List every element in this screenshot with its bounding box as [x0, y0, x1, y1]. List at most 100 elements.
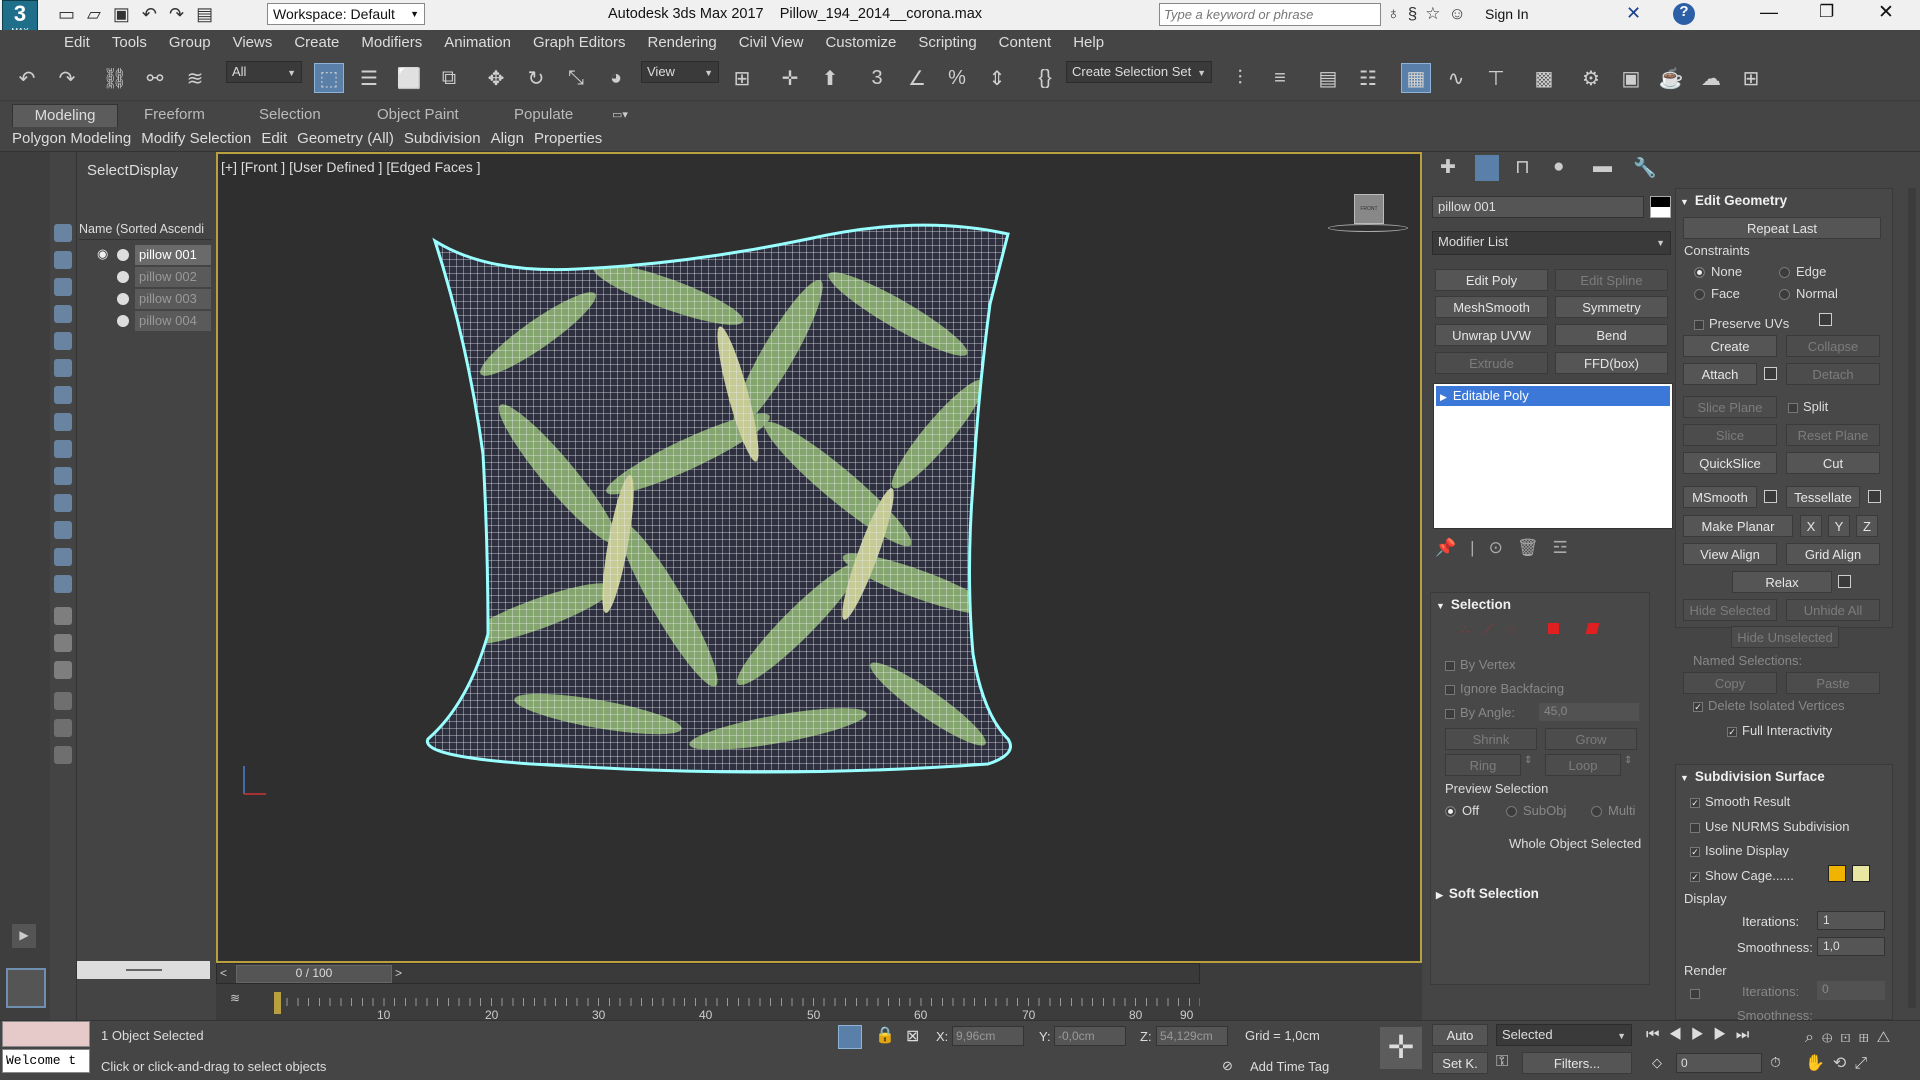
- ffd-box-button[interactable]: FFD(box): [1555, 352, 1668, 374]
- quickslice-button[interactable]: QuickSlice: [1683, 452, 1777, 474]
- preserve-uvs-checkbox[interactable]: Preserve UVs: [1694, 316, 1789, 331]
- display-children-icon[interactable]: [54, 661, 72, 679]
- loop-button[interactable]: Loop: [1545, 754, 1621, 776]
- move-icon[interactable]: ✥: [481, 63, 511, 93]
- panel-edit[interactable]: Edit: [261, 130, 287, 147]
- help-icon[interactable]: ?: [1673, 3, 1695, 25]
- schematic-view-icon[interactable]: ⊤: [1481, 63, 1511, 93]
- display-xrefs-icon[interactable]: [54, 440, 72, 458]
- communication-icon[interactable]: §: [1408, 4, 1425, 23]
- front-viewport[interactable]: [+] [Front ] [User Defined ] [Edged Face…: [216, 152, 1422, 963]
- unlink-icon[interactable]: ⚯: [140, 63, 170, 93]
- grow-button[interactable]: Grow: [1545, 728, 1637, 750]
- constraint-normal-radio[interactable]: Normal: [1779, 286, 1838, 301]
- go-to-start-icon[interactable]: ⏮: [1646, 1026, 1669, 1043]
- percent-snap-icon[interactable]: %: [942, 63, 972, 93]
- align-icon[interactable]: ≡: [1265, 63, 1295, 93]
- create-button[interactable]: Create: [1683, 335, 1777, 357]
- unhide-all-button[interactable]: Unhide All: [1786, 599, 1880, 621]
- reference-coordinate-dropdown[interactable]: View: [641, 61, 719, 83]
- display-all-icon[interactable]: [54, 575, 72, 593]
- configure-sets-icon[interactable]: ☲: [1552, 538, 1581, 557]
- zoom-all-icon[interactable]: ⊕: [1822, 1029, 1840, 1046]
- panel-polygon-modeling[interactable]: Polygon Modeling: [12, 130, 131, 147]
- key-icon[interactable]: ⚿: [1496, 1053, 1508, 1071]
- list-item[interactable]: ◉ pillow 002: [77, 266, 214, 288]
- edit-spline-button[interactable]: Edit Spline: [1555, 269, 1668, 291]
- explorer-footer[interactable]: [77, 961, 210, 979]
- bind-spacewarp-icon[interactable]: ≋: [180, 63, 210, 93]
- preview-multi-radio[interactable]: Multi: [1591, 803, 1635, 818]
- display-hidden-icon[interactable]: [54, 548, 72, 566]
- edit-poly-button[interactable]: Edit Poly: [1435, 269, 1548, 291]
- panel-scrollbar[interactable]: [1908, 188, 1916, 1008]
- track-bar[interactable]: 10 20 30 40 50 60 70 80 90: [274, 984, 1200, 1022]
- cage-color-swatch-2[interactable]: [1852, 865, 1870, 882]
- hide-unselected-button[interactable]: Hide Unselected: [1731, 626, 1839, 648]
- ribbon-options-icon[interactable]: ▭▾: [612, 108, 628, 121]
- expand-icon[interactable]: ▶: [1440, 392, 1447, 402]
- constraint-edge-radio[interactable]: Edge: [1779, 264, 1826, 279]
- binoculars-icon[interactable]: ♁: [1387, 4, 1408, 23]
- spinner-snap-icon[interactable]: ⇕: [982, 63, 1012, 93]
- panel-modify-selection[interactable]: Modify Selection: [141, 130, 251, 147]
- list-item[interactable]: ◉ pillow 001: [77, 244, 214, 266]
- select-manipulate-icon[interactable]: ✛: [775, 63, 805, 93]
- toggle-scene-explorer-icon[interactable]: ▤: [1313, 63, 1343, 93]
- auto-key-button[interactable]: Auto: [1432, 1024, 1488, 1046]
- display-none2-icon[interactable]: [54, 607, 72, 625]
- y-coord-field[interactable]: -0,0cm: [1054, 1026, 1126, 1046]
- display-invert-icon[interactable]: [54, 634, 72, 652]
- ring-button[interactable]: Ring: [1445, 754, 1521, 776]
- pin-stack-icon[interactable]: 📌: [1435, 538, 1470, 557]
- select-by-name-icon[interactable]: ☰: [354, 63, 384, 93]
- place-icon[interactable]: ◕: [601, 63, 631, 93]
- funnel-icon[interactable]: [54, 719, 72, 737]
- add-time-tag[interactable]: Add Time Tag: [1250, 1059, 1329, 1074]
- unwrap-uvw-button[interactable]: Unwrap UVW: [1435, 324, 1548, 346]
- snaps-toggle-icon[interactable]: 3: [862, 63, 892, 93]
- lock-selection-icon[interactable]: 🔒: [875, 1025, 895, 1045]
- cut-button[interactable]: Cut: [1786, 452, 1880, 474]
- full-interactivity-checkbox[interactable]: ✓ Full Interactivity: [1727, 723, 1832, 738]
- render-setup-icon[interactable]: ⚙: [1576, 63, 1606, 93]
- meshsmooth-button[interactable]: MeshSmooth: [1435, 296, 1548, 318]
- detach-button[interactable]: Detach: [1786, 363, 1880, 385]
- isoline-display-checkbox[interactable]: ✓ Isoline Display: [1690, 843, 1789, 858]
- menu-tools[interactable]: Tools: [101, 30, 158, 55]
- time-tag-icon[interactable]: ⊘: [1222, 1058, 1233, 1074]
- undo-icon[interactable]: ↶: [142, 4, 169, 24]
- material-editor-icon[interactable]: ▩: [1529, 63, 1559, 93]
- stack-item-editable-poly[interactable]: ▶ Editable Poly: [1436, 386, 1670, 406]
- polygon-mode-icon[interactable]: [1547, 623, 1559, 634]
- menu-graph-editors[interactable]: Graph Editors: [522, 30, 637, 55]
- menu-content[interactable]: Content: [988, 30, 1063, 55]
- panel-geometry-all[interactable]: Geometry (All): [297, 130, 394, 147]
- zoom-extents-icon[interactable]: ⊡: [1840, 1029, 1858, 1046]
- planar-y-button[interactable]: Y: [1828, 515, 1850, 537]
- rotate-icon[interactable]: ↻: [521, 63, 551, 93]
- hierarchy-tab-icon[interactable]: ⊓: [1515, 156, 1530, 179]
- hide-selected-button[interactable]: Hide Selected: [1683, 599, 1777, 621]
- cage-color-swatch-1[interactable]: [1828, 865, 1846, 882]
- frame-indicator[interactable]: 0 / 100: [236, 965, 392, 983]
- render-production-icon[interactable]: ☕: [1656, 63, 1686, 93]
- pan-icon[interactable]: ✋: [1805, 1055, 1833, 1072]
- view-align-button[interactable]: View Align: [1683, 543, 1777, 565]
- display-spacewarps-icon[interactable]: [54, 386, 72, 404]
- smooth-result-checkbox[interactable]: ✓ Smooth Result: [1690, 794, 1790, 809]
- use-nurms-checkbox[interactable]: Use NURMS Subdivision: [1690, 819, 1850, 834]
- split-checkbox[interactable]: Split: [1788, 399, 1828, 414]
- selection-rollout-title[interactable]: ▼ Selection: [1436, 597, 1511, 612]
- layer-explorer-icon[interactable]: ☷: [1353, 63, 1383, 93]
- display-containers-icon[interactable]: [54, 494, 72, 512]
- panel-properties[interactable]: Properties: [534, 130, 602, 147]
- remove-modifier-icon[interactable]: 🗑: [1517, 538, 1553, 557]
- user-icon[interactable]: ☺: [1448, 4, 1473, 23]
- eye-icon[interactable]: ◉: [97, 290, 108, 306]
- render-iterations-checkbox[interactable]: [1690, 985, 1705, 1000]
- planar-z-button[interactable]: Z: [1856, 515, 1878, 537]
- menu-views[interactable]: Views: [222, 30, 284, 55]
- rectangular-selection-icon[interactable]: ⬜: [394, 63, 424, 93]
- open-file-icon[interactable]: ▱: [87, 4, 113, 24]
